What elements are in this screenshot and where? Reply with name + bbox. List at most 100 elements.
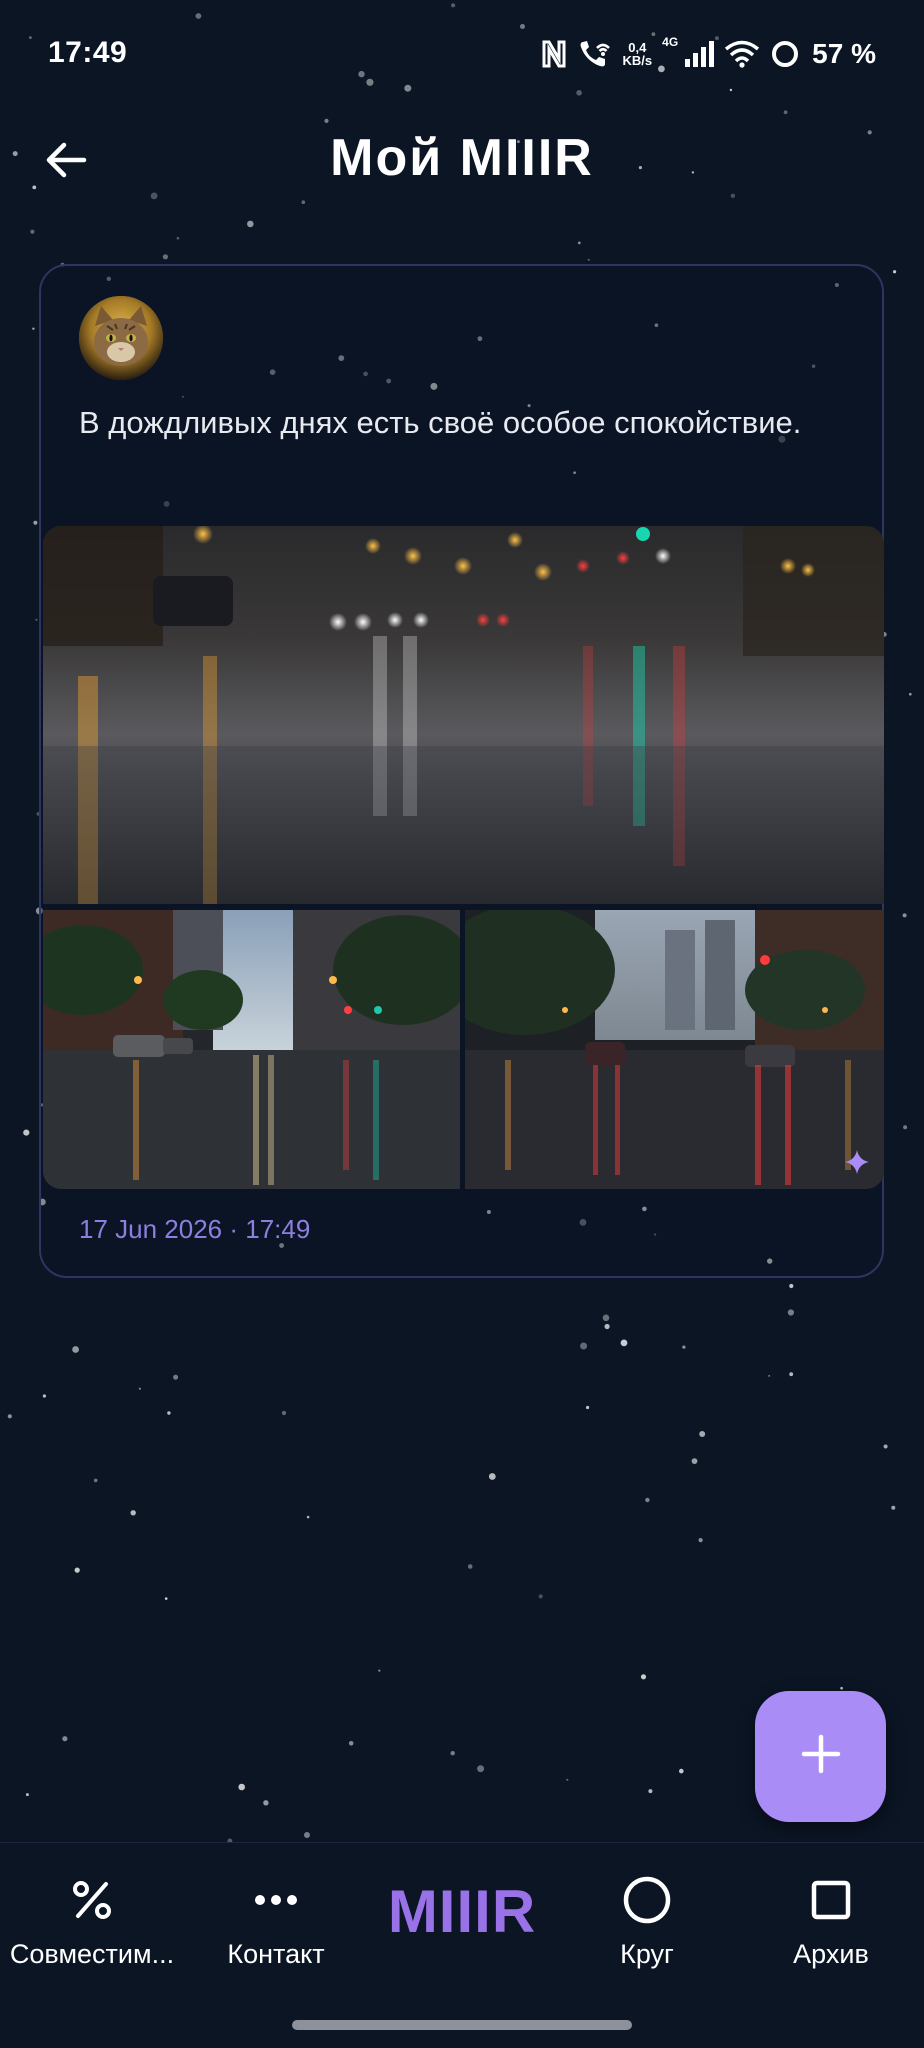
snow-particle [538,1594,543,1599]
snow-particle [691,1458,698,1464]
square-icon [741,1873,921,1927]
sparkle-icon [844,1149,870,1175]
percent-icon [2,1873,182,1927]
nav-item-contact[interactable]: Контакт [186,1873,366,1983]
battery-icon [770,39,800,69]
snow-particle [304,1832,310,1838]
snow-particle [789,1283,794,1289]
snow-particle [640,1674,647,1680]
snow-particle [602,1314,610,1322]
photo-main-rainy-street[interactable] [43,526,884,904]
snow-particle [35,618,38,621]
snow-particle [488,1473,496,1480]
status-bar: 17:49 0,4 KB/s 4G 57 % [0,0,924,110]
page-title: Мой MIIIR [330,129,594,187]
nav-item-archive[interactable]: Архив [741,1873,921,1983]
night-street-rain-image [465,910,884,1189]
snow-particle [787,1309,795,1316]
snow-particle [903,1125,908,1130]
snow-particle [467,1564,473,1569]
post-timestamp: 17 Jun 2026 · 17:49 [79,1214,311,1244]
snow-particle [893,270,897,274]
snow-particle [891,1505,896,1510]
signal-icon [684,40,715,68]
snow-particle [167,1411,171,1415]
status-time: 17:49 [48,36,128,69]
snow-particle [566,1778,569,1781]
snow-particle [247,220,254,228]
add-post-button[interactable] [755,1691,886,1822]
wifi-calling-icon [577,38,613,70]
nav-item-label: Совместим... [9,1939,175,1969]
snow-particle [33,520,38,525]
snow-particle [883,1444,888,1449]
snow-particle [348,1741,354,1746]
snow-particle [577,241,581,245]
snow-particle [699,1431,706,1437]
snow-particle [679,1768,684,1774]
post-card[interactable]: В дождливых днях есть своё особое спокой… [39,264,884,1278]
snow-particle [580,1342,588,1350]
snow-particle [72,1346,79,1353]
circle-icon [557,1873,737,1927]
snow-particle [7,1414,12,1419]
snow-particle [648,1789,653,1794]
snow-particle [698,1538,703,1543]
snow-particle [176,236,180,240]
snow-particle [586,1405,590,1410]
snow-particle [263,1800,269,1806]
photo-city-street-right[interactable] [465,910,884,1189]
nfc-icon [541,39,567,69]
snow-particle [783,110,788,115]
snow-particle [74,1567,80,1573]
snow-particle [682,1345,686,1349]
snow-particle [587,258,590,261]
snow-particle [62,1736,68,1742]
snow-particle [162,254,168,260]
nav-item-circle[interactable]: Круг [557,1873,737,1983]
snow-particle [23,1129,30,1136]
nav-item-compatibility[interactable]: Совместим... [2,1873,182,1983]
snow-particle [477,1765,485,1773]
network-speed: 0,4 KB/s [623,41,653,67]
nav-item-label: Круг [620,1939,674,1969]
snow-particle [138,1387,141,1390]
nav-item-label: Архив [793,1939,869,1969]
photo-city-street-left[interactable] [43,910,460,1189]
photo-grid [43,526,884,1189]
snow-particle [164,1597,168,1600]
snow-particle [378,1669,381,1672]
snow-particle [32,327,35,330]
wifi-icon [724,40,760,68]
post-text: В дождливых днях есть своё особое спокой… [79,405,802,440]
snow-particle [789,1372,794,1377]
snow-particle [25,1793,29,1797]
home-indicator[interactable] [292,2020,632,2030]
snow-particle [909,692,912,696]
plus-icon [801,1734,841,1779]
snow-particle [768,1374,771,1377]
snow-particle [620,1339,628,1347]
snow-particle [93,1478,98,1483]
snow-particle [173,1374,179,1380]
snow-particle [306,1515,310,1519]
more-dots-icon [186,1873,366,1927]
bottom-navigation: Совместим... Контакт MIIIR Круг Архив [0,1842,924,2048]
snow-particle [30,229,35,234]
snow-particle [645,1497,650,1503]
nav-logo-home[interactable]: MIIIR [352,1877,572,1946]
avatar[interactable] [79,296,163,380]
snow-particle [238,1783,245,1791]
city-street-rain-image [43,910,460,1189]
app-header: Мой MIIIR [0,118,924,202]
nav-item-label: Контакт [227,1939,325,1969]
status-icons: 0,4 KB/s 4G 57 % [541,34,876,74]
snow-particle [450,1751,455,1756]
snow-particle [281,1410,287,1416]
network-speed-unit: KB/s [622,53,653,68]
snow-particle [604,1323,610,1330]
battery-percent: 57 % [812,38,876,69]
snow-particle [42,1394,47,1398]
snow-particle [130,1510,136,1516]
network-type: 4G [662,35,679,49]
